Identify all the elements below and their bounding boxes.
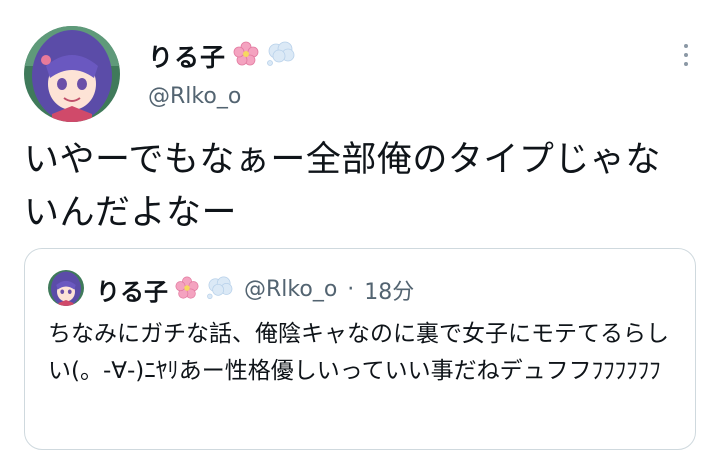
author-handle[interactable]: @Rlko_o [148, 84, 241, 109]
quote-separator: · [347, 277, 355, 302]
more-dot [684, 62, 688, 66]
quote-handle[interactable]: @Rlko_o [244, 277, 337, 302]
display-name[interactable]: りる子 [148, 38, 226, 74]
thought-balloon-icon [266, 41, 296, 71]
tweet-text: いやーでもなぁー全部俺のタイプじゃないんだよなー [24, 140, 661, 233]
quote-avatar[interactable] [48, 270, 84, 306]
quote-avatar-image [48, 270, 84, 306]
quote-timestamp[interactable]: 18分 [364, 274, 414, 306]
more-options-icon[interactable] [684, 44, 690, 66]
quote-display-name[interactable]: りる子 [96, 272, 168, 307]
more-dot [684, 53, 688, 57]
cherry-blossom-icon [174, 275, 200, 305]
cherry-blossom-icon [232, 40, 260, 72]
quote-header: りる子 @Rlko_o · 18分 [96, 272, 414, 307]
avatar-image [24, 26, 120, 122]
thought-balloon-icon [206, 276, 234, 304]
author-name-row[interactable]: りる子 [148, 38, 296, 74]
avatar[interactable] [24, 26, 120, 122]
more-dot [684, 44, 688, 48]
quote-text: ちなみにガチな話、俺陰キャなのに裏で女子にモテてるらしい(。-∀-)ﾆﾔﾘあー性… [48, 321, 669, 384]
